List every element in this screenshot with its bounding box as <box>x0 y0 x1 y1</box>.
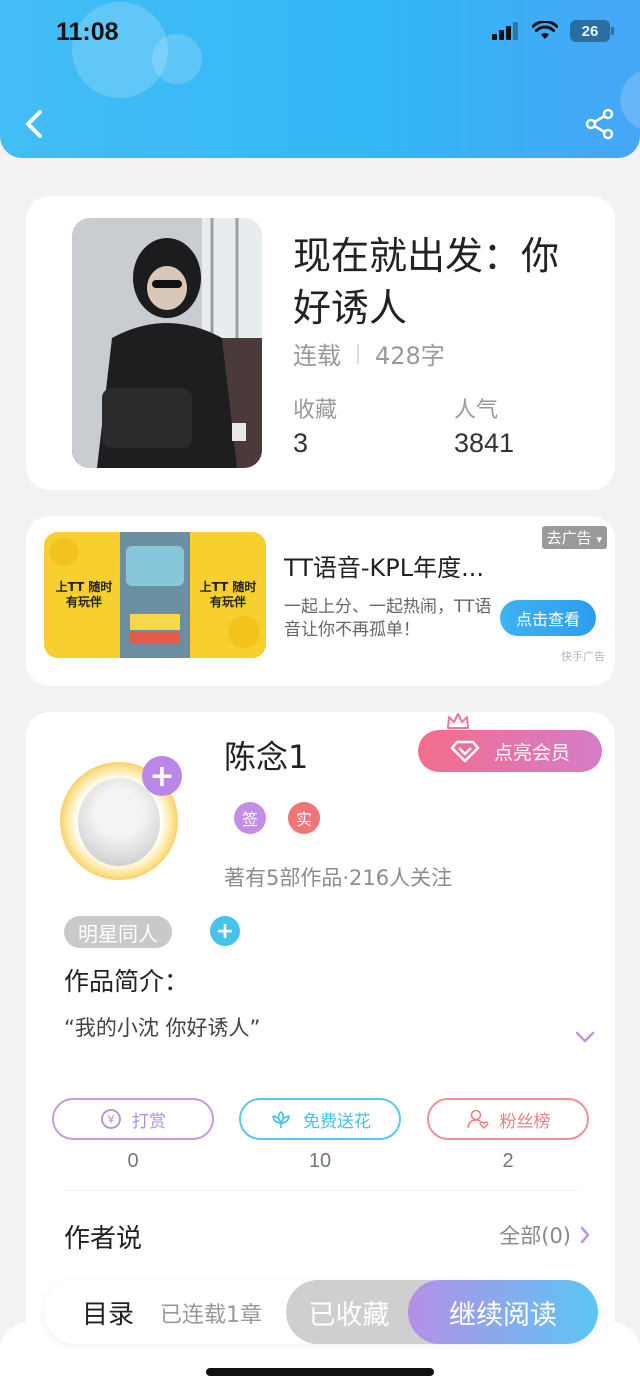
status-icons: 26 <box>492 20 614 42</box>
fan-count: 2 <box>502 1150 514 1172</box>
home-indicator <box>206 1368 434 1376</box>
tip-button[interactable]: ¥ 打赏 <box>52 1098 214 1140</box>
decor-bubble <box>152 34 202 84</box>
divider <box>357 343 359 364</box>
author-says-all-link[interactable]: 全部(0) <box>499 1220 591 1250</box>
verified-badge: 实 <box>288 802 320 834</box>
author-name[interactable]: 陈念1 <box>224 732 308 778</box>
popularity-label: 人气 <box>454 398 499 423</box>
svg-text:¥: ¥ <box>108 1113 115 1126</box>
category-tag[interactable]: 明星同人 <box>64 916 172 948</box>
ad-card[interactable]: 上TT 随时有玩伴 上TT 随时有玩伴 TT语音-KPL年度... 一起上分、一… <box>26 516 615 686</box>
author-stats: 著有5部作品·216人关注 <box>224 866 453 890</box>
favorites-label: 收藏 <box>293 398 338 423</box>
yen-coin-icon: ¥ <box>101 1109 121 1129</box>
intro-text: “我的小沈 你好诱人” <box>64 1016 261 1040</box>
send-flower-label: 免费送花 <box>303 1111 371 1132</box>
battery-icon: 26 <box>570 20 614 42</box>
send-flower-button[interactable]: 免费送花 <box>239 1098 401 1140</box>
section-divider <box>64 1190 578 1191</box>
back-icon[interactable] <box>22 104 50 144</box>
expand-chevron-icon[interactable] <box>574 1030 596 1044</box>
follow-plus-button[interactable]: + <box>142 756 182 796</box>
add-tag-button[interactable]: + <box>210 916 240 946</box>
remove-ad-button[interactable]: 去广告 ▾ <box>541 526 607 549</box>
remove-ad-label: 去广告 <box>546 529 592 547</box>
status-time: 11:08 <box>56 18 119 46</box>
author-card: + 陈念1 点亮会员 签 实 著有5部作品·216人关注 明星同人 + 作品简介… <box>26 712 615 1352</box>
fan-heart-icon <box>466 1109 489 1129</box>
book-cover-image[interactable] <box>72 218 262 468</box>
ad-title[interactable]: TT语音-KPL年度... <box>284 548 484 583</box>
flower-icon <box>272 1111 290 1128</box>
collected-label: 已收藏 <box>308 1299 390 1331</box>
table-of-contents-button[interactable]: 目录 <box>82 1294 134 1331</box>
header-bar: 11:08 26 <box>0 0 640 158</box>
ad-description: 一起上分、一起热闹，TT语音让你不再孤单！ <box>284 597 492 640</box>
fan-ranking-button[interactable]: 粉丝榜 <box>427 1098 589 1140</box>
tip-count: 0 <box>127 1150 139 1172</box>
popularity-value: 3841 <box>454 428 515 458</box>
ad-image-caption-left: 上TT 随时有玩伴 <box>55 580 113 609</box>
book-title: 现在就出发：你好诱人 <box>293 234 560 330</box>
book-info-card: 现在就出发：你好诱人 连载 428字 收藏 3 人气 3841 <box>26 196 615 490</box>
share-icon[interactable] <box>584 108 616 140</box>
cover-illustration <box>72 218 262 468</box>
word-count: 428字 <box>375 342 445 370</box>
fan-ranking-label: 粉丝榜 <box>499 1111 551 1132</box>
author-says-label: 作者说 <box>64 1224 143 1254</box>
ad-view-button[interactable]: 点击查看 <box>500 600 596 636</box>
book-status-row: 连载 428字 <box>293 336 445 371</box>
ad-image[interactable]: 上TT 随时有玩伴 上TT 随时有玩伴 <box>44 532 266 658</box>
ad-source: 快手广告 <box>561 650 605 663</box>
chevron-down-icon: ▾ <box>596 533 602 546</box>
crown-icon <box>447 713 469 729</box>
continue-reading-button[interactable]: 继续阅读 <box>408 1280 598 1344</box>
diamond-icon <box>450 740 480 763</box>
signal-icon <box>492 22 518 40</box>
chevron-right-icon <box>580 1226 590 1244</box>
intro-label: 作品简介： <box>64 967 190 996</box>
tip-label: 打赏 <box>132 1111 166 1132</box>
vip-button[interactable]: 点亮会员 <box>418 730 602 772</box>
vip-button-label: 点亮会员 <box>493 741 570 764</box>
flower-count: 10 <box>308 1150 332 1172</box>
chapter-count: 已连载1章 <box>160 1303 262 1328</box>
all-link-label: 全部(0) <box>499 1224 571 1248</box>
signed-badge: 签 <box>234 802 266 834</box>
favorites-value: 3 <box>293 428 309 458</box>
ad-image-caption-right: 上TT 随时有玩伴 <box>199 580 257 609</box>
serial-status: 连载 <box>293 342 341 370</box>
wifi-icon <box>532 21 558 39</box>
avatar-photo <box>78 778 160 866</box>
decor-bubble <box>620 70 640 130</box>
